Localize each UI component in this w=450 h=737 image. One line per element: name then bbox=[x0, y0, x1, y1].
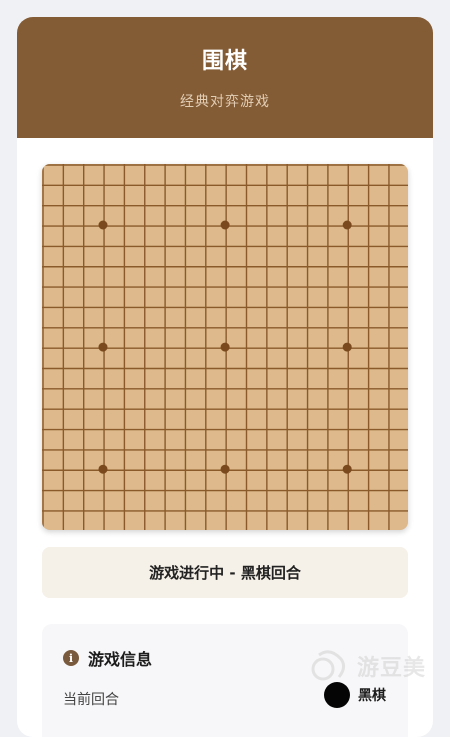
game-card: 围棋 经典对弈游戏 游戏进行中 - 黑棋回合 i 游戏信息 当前回合 黑棋 bbox=[17, 17, 433, 737]
page-title: 围棋 bbox=[201, 49, 248, 74]
current-turn-label: 当前回合 bbox=[63, 692, 119, 708]
star-point bbox=[220, 464, 230, 474]
current-turn-text: 黑棋 bbox=[358, 688, 386, 704]
game-status-text: 游戏进行中 - 黑棋回合 bbox=[149, 564, 301, 582]
game-info-header: i 游戏信息 bbox=[63, 646, 152, 670]
star-point bbox=[98, 220, 108, 230]
star-point bbox=[220, 220, 230, 230]
star-point bbox=[342, 220, 352, 230]
go-board-grid[interactable] bbox=[42, 164, 408, 530]
header: 围棋 经典对弈游戏 bbox=[17, 17, 433, 138]
star-point bbox=[342, 464, 352, 474]
star-point bbox=[98, 464, 108, 474]
watermark: 游豆美 bbox=[309, 645, 426, 687]
go-board[interactable] bbox=[42, 164, 408, 530]
game-status: 游戏进行中 - 黑棋回合 bbox=[42, 547, 408, 598]
info-icon: i bbox=[63, 650, 79, 666]
game-info-title: 游戏信息 bbox=[88, 650, 153, 669]
watermark-logo-icon bbox=[311, 650, 346, 681]
page-subtitle: 经典对弈游戏 bbox=[180, 94, 270, 110]
star-point bbox=[342, 342, 352, 352]
star-point bbox=[98, 342, 108, 352]
star-point bbox=[220, 342, 230, 352]
watermark-text: 游豆美 bbox=[356, 656, 426, 681]
